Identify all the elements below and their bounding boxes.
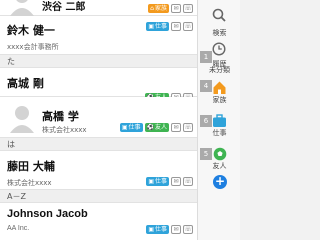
tag-family: ⌂ 家族 [148,4,169,13]
contact-row[interactable]: 渋谷 二郎 ⌂ 家族 ✉ ☏ [0,0,197,16]
tag-work: ▣ 仕事 [146,177,169,186]
tag-work: ▣ 仕事 [146,22,169,31]
sidebar-item-label: 検索 [212,29,227,37]
contact-row[interactable]: Johnson Jacob AA Inc. ▣ 仕事 ✉ ☏ [0,203,197,240]
mail-icon[interactable]: ✉ [171,177,181,186]
contact-row[interactable]: 鈴木 健一 xxxx会計事務所 ▣ 仕事 ✉ ☏ [0,16,197,55]
phone-icon[interactable]: ☏ [183,4,193,13]
count-badge: 4 [200,80,212,92]
contact-company: AA Inc. [7,225,30,232]
sidebar-item-label: 未分類 [209,66,230,74]
count-badge: 1 [200,51,212,63]
mail-icon[interactable]: ✉ [171,22,181,31]
briefcase-icon: ▣ [121,124,128,131]
sidebar-item-work[interactable]: 6 仕事 [198,111,241,141]
sidebar-item-search[interactable]: 検索 [198,0,241,37]
soccer-ball-icon: ⚽ [146,124,154,131]
briefcase-icon: ▣ [148,178,154,185]
contact-name: 高橋 学 [42,110,79,123]
count-badge: 5 [200,148,212,160]
contact-row[interactable]: 高城 剛 ⚽友人 ✉ ☏ [0,68,197,102]
person-silhouette-icon [8,0,36,16]
soccer-ball-icon [213,147,227,161]
contact-name: 藤田 大輔 [7,160,55,173]
group-sidebar: 検索 履歴 1 未分類 4 家族 6 仕事 5 友人 + [197,0,240,240]
contact-name: 渋谷 二郎 [42,2,86,13]
phone-icon[interactable]: ☏ [183,225,193,234]
contact-name: Johnson Jacob [7,208,88,220]
mail-icon[interactable]: ✉ [171,225,181,234]
section-header: A－Z [0,190,197,203]
search-icon [212,8,226,22]
tag-work: ▣ 仕事 [119,123,143,132]
sidebar-item-family[interactable]: 4 家族 [198,78,241,108]
sidebar-item-label: 友人 [212,162,227,170]
contact-name: 鈴木 健一 [7,24,55,37]
contact-row[interactable]: 高橋 学 株式会社xxxx ▣ 仕事 ⚽ 友人 ✉ ☏ [0,97,197,138]
sidebar-item-friend[interactable]: 5 友人 [198,144,241,174]
sidebar-item-uncategorized[interactable]: 1 未分類 [198,46,241,76]
contact-list: 渋谷 二郎 ⌂ 家族 ✉ ☏ 鈴木 健一 xxxx会計事務所 ▣ 仕事 ✉ ☏ た … [0,0,197,240]
briefcase-icon: ▣ [148,226,154,233]
house-icon [213,81,226,94]
count-badge: 6 [200,115,212,127]
tag-friend: ⚽友人 [144,123,169,132]
contact-name: 高城 剛 [7,77,44,90]
section-header: は [0,138,197,151]
phone-icon[interactable]: ☏ [183,123,193,132]
briefcase-icon [213,114,226,127]
contact-company: 株式会社xxxx [7,179,52,187]
house-icon: ⌂ [150,5,154,12]
plus-icon[interactable]: + [213,175,227,189]
mail-icon[interactable]: ✉ [171,123,181,132]
phone-icon[interactable]: ☏ [183,22,193,31]
briefcase-icon: ▣ [148,23,154,30]
mail-icon[interactable]: ✉ [171,4,181,13]
contact-row[interactable]: 藤田 大輔 株式会社xxxx ▣ 仕事 ✉ ☏ [0,151,197,190]
section-header: た [0,55,197,68]
contact-company: xxxx会計事務所 [7,43,59,51]
contact-company: 株式会社xxxx [42,126,87,134]
sidebar-item-label: 仕事 [212,129,227,137]
person-silhouette-icon [8,103,36,133]
sidebar-item-label: 家族 [212,96,227,104]
phone-icon[interactable]: ☏ [183,177,193,186]
tag-work: ▣ 仕事 [146,225,169,234]
